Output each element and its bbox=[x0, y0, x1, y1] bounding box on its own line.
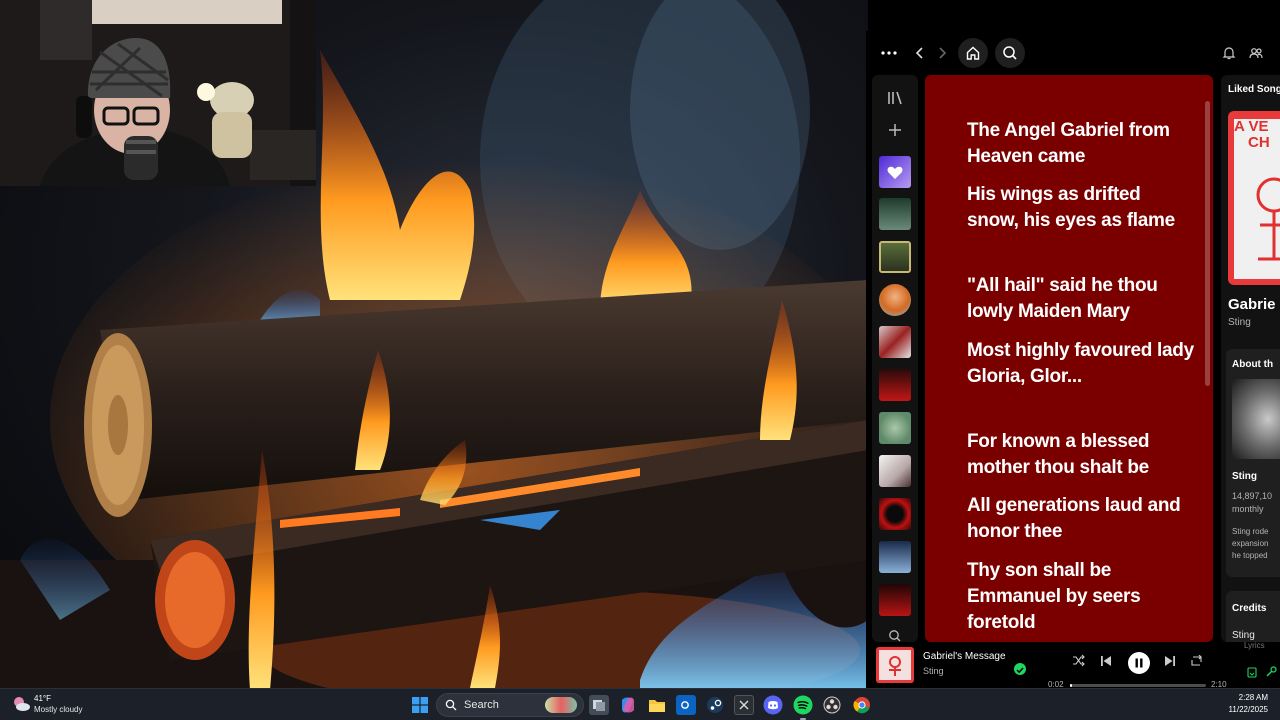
lyrics-panel[interactable]: The Angel Gabriel from Heaven came His w… bbox=[925, 75, 1213, 642]
progress-fill bbox=[1070, 684, 1073, 687]
library-item[interactable] bbox=[879, 498, 911, 530]
taskbar-time[interactable]: 2:28 AM bbox=[1224, 693, 1268, 702]
elapsed-time: 0:02 bbox=[1048, 680, 1064, 688]
library-sidebar bbox=[872, 75, 918, 642]
obs-icon[interactable] bbox=[822, 695, 842, 715]
lyric-line[interactable]: All generations laud and honor thee bbox=[967, 493, 1197, 545]
webcam-feed-illustration bbox=[0, 0, 316, 186]
webcam-overlay bbox=[0, 0, 316, 186]
more-dots-icon[interactable] bbox=[880, 46, 898, 60]
home-icon bbox=[966, 46, 980, 60]
weather-icon[interactable] bbox=[11, 694, 31, 714]
home-button[interactable] bbox=[958, 38, 988, 68]
windows-taskbar: 41°F Mostly cloudy Search 2:28 AM 11/22/… bbox=[0, 688, 1280, 720]
track-title[interactable]: Gabrie bbox=[1228, 296, 1276, 313]
chrome-icon[interactable] bbox=[852, 695, 872, 715]
lyric-line[interactable]: The Angel Gabriel from Heaven came bbox=[967, 118, 1197, 170]
task-view-icon[interactable] bbox=[589, 695, 609, 715]
credits-artist: Sting bbox=[1232, 630, 1255, 641]
bio-line: he topped bbox=[1232, 551, 1268, 560]
liked-songs-thumb[interactable] bbox=[879, 156, 911, 188]
next-icon[interactable] bbox=[1164, 654, 1176, 672]
search-button[interactable] bbox=[995, 38, 1025, 68]
artist-avatar[interactable] bbox=[879, 284, 911, 316]
spotify-window: The Angel Gabriel from Heaven came His w… bbox=[866, 31, 1280, 688]
now-playing-cover[interactable] bbox=[876, 647, 914, 683]
copilot-icon[interactable] bbox=[618, 695, 638, 715]
taskbar-date[interactable]: 11/22/2025 bbox=[1220, 705, 1268, 714]
pause-icon bbox=[1135, 658, 1143, 668]
search-icon bbox=[1003, 46, 1017, 60]
about-artist-card[interactable]: About th Sting 14,897,10 monthly Sting r… bbox=[1226, 349, 1280, 577]
library-item[interactable] bbox=[879, 541, 911, 573]
steam-icon[interactable] bbox=[705, 695, 725, 715]
album-cover: A VE CH bbox=[1228, 111, 1280, 285]
xbox-app-icon[interactable] bbox=[734, 695, 754, 715]
previous-icon[interactable] bbox=[1100, 654, 1112, 672]
monthly-listeners: 14,897,10 bbox=[1232, 491, 1273, 501]
pause-button[interactable] bbox=[1128, 652, 1150, 674]
library-item[interactable] bbox=[879, 198, 911, 230]
monthly-listeners-suffix: monthly bbox=[1232, 504, 1264, 514]
player-bar: Gabriel's Message Sting 0:02 2:10 Lyrics bbox=[866, 641, 1280, 688]
chevron-right-icon[interactable] bbox=[934, 45, 950, 61]
now-playing-title[interactable]: Gabriel's Message bbox=[923, 651, 1006, 662]
search-icon[interactable] bbox=[888, 629, 902, 642]
shuffle-icon[interactable] bbox=[1072, 654, 1085, 672]
library-item[interactable] bbox=[879, 369, 911, 401]
lyrics-mic-icon[interactable] bbox=[1265, 665, 1277, 683]
search-highlight-icon bbox=[545, 697, 577, 713]
plus-icon[interactable] bbox=[887, 122, 903, 143]
windows-start-icon[interactable] bbox=[410, 695, 430, 715]
weather-desc[interactable]: Mostly cloudy bbox=[34, 705, 82, 714]
playlist-name[interactable]: Liked Songs bbox=[1228, 84, 1280, 95]
cover-text: CH bbox=[1248, 134, 1270, 151]
bell-icon[interactable] bbox=[1222, 46, 1236, 60]
file-explorer-icon[interactable] bbox=[647, 695, 667, 715]
repeat-icon[interactable] bbox=[1190, 654, 1203, 672]
now-playing-view-icon[interactable] bbox=[1247, 665, 1257, 683]
lyrics-scrollbar[interactable] bbox=[1205, 101, 1210, 386]
library-item[interactable] bbox=[879, 455, 911, 487]
cover-text: A VE bbox=[1234, 118, 1269, 135]
about-artist: Sting bbox=[1232, 471, 1257, 482]
library-item[interactable] bbox=[879, 412, 911, 444]
artist-bio: Sting rode expansion he topped bbox=[1232, 526, 1268, 562]
spotify-topbar bbox=[866, 31, 1280, 75]
progress-bar[interactable] bbox=[1070, 684, 1206, 687]
now-playing-panel: Liked Songs A VE CH Gabrie Sting About t… bbox=[1221, 75, 1280, 642]
lyric-line[interactable]: His wings as drifted snow, his eyes as f… bbox=[967, 182, 1197, 234]
bio-line: expansion bbox=[1232, 539, 1269, 548]
taskbar-search-box[interactable]: Search bbox=[436, 693, 584, 717]
spotify-taskbar-icon[interactable] bbox=[793, 695, 813, 715]
heart-icon bbox=[887, 166, 903, 179]
lyric-line[interactable]: Most highly favoured lady Gloria, Glor..… bbox=[967, 338, 1197, 390]
saved-check-icon[interactable] bbox=[1014, 663, 1026, 675]
lyrics-label[interactable]: Lyrics bbox=[1244, 641, 1265, 650]
friends-icon[interactable] bbox=[1249, 46, 1263, 60]
lyric-line[interactable]: "All hail" said he thou lowly Maiden Mar… bbox=[967, 273, 1197, 325]
search-icon bbox=[445, 699, 457, 711]
weather-temp[interactable]: 41°F bbox=[34, 694, 51, 703]
now-playing-artist[interactable]: Sting bbox=[923, 666, 944, 676]
lyric-line[interactable]: Thy son shall be Emmanuel by seers foret… bbox=[967, 558, 1197, 636]
desktop: The Angel Gabriel from Heaven came His w… bbox=[0, 0, 1280, 720]
about-label: About th bbox=[1232, 359, 1274, 370]
chevron-left-icon[interactable] bbox=[912, 45, 928, 61]
library-icon[interactable] bbox=[887, 91, 903, 110]
credits-card[interactable]: Credits Sting bbox=[1226, 591, 1280, 642]
search-label: Search bbox=[464, 699, 499, 711]
discord-icon[interactable] bbox=[763, 695, 783, 715]
outlook-icon[interactable] bbox=[676, 695, 696, 715]
library-item[interactable] bbox=[879, 584, 911, 616]
total-time: 2:10 bbox=[1211, 680, 1227, 688]
bio-line: Sting rode bbox=[1232, 527, 1269, 536]
credits-label: Credits bbox=[1232, 603, 1267, 614]
cover-art bbox=[1256, 177, 1280, 261]
track-artist[interactable]: Sting bbox=[1228, 317, 1251, 328]
artist-photo bbox=[1232, 379, 1280, 459]
library-item[interactable] bbox=[879, 241, 911, 273]
lyric-line[interactable]: For known a blessed mother thou shalt be bbox=[967, 429, 1197, 481]
library-item[interactable] bbox=[879, 326, 911, 358]
